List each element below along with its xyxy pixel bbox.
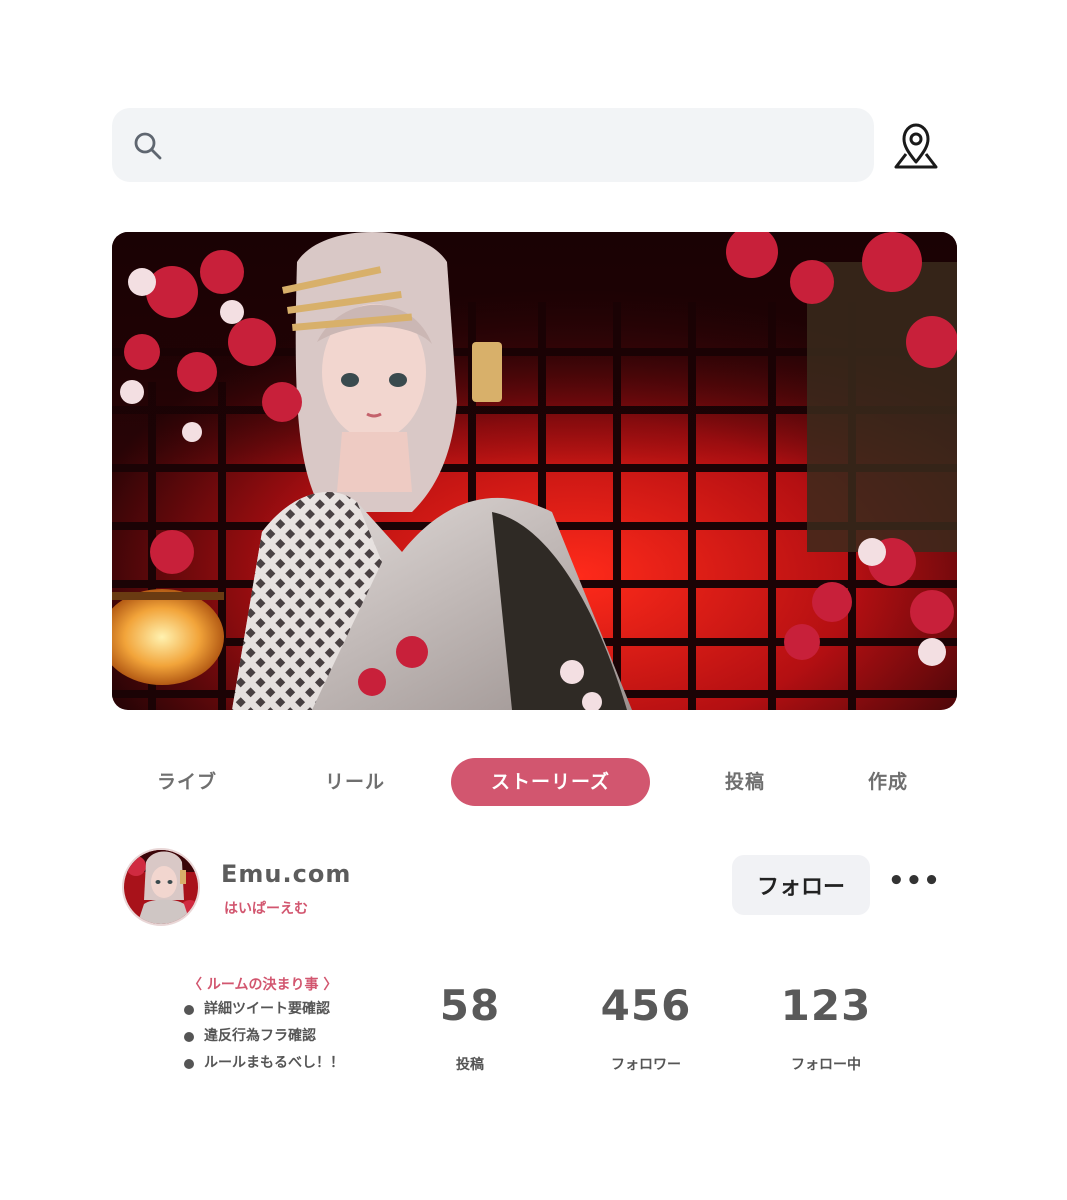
rule-item: 違反行為フラ確認 bbox=[184, 1023, 404, 1050]
search-bar[interactable] bbox=[112, 108, 874, 182]
profile-name: Emu.com bbox=[221, 860, 352, 888]
rule-text: ルールまもるべし！！ bbox=[204, 1055, 344, 1071]
rule-text: 違反行為フラ確認 bbox=[204, 1028, 316, 1044]
stat-value: 456 bbox=[600, 981, 692, 1030]
avatar[interactable] bbox=[122, 848, 200, 926]
stat-label: フォロワー bbox=[611, 1057, 681, 1073]
rule-text: 詳細ツイート要確認 bbox=[204, 1001, 330, 1017]
search-icon[interactable] bbox=[132, 130, 164, 162]
stat-value: 58 bbox=[439, 981, 501, 1030]
map-pin-button[interactable] bbox=[888, 120, 944, 172]
rule-item: ルールまもるべし！！ bbox=[184, 1050, 404, 1077]
bullet-icon bbox=[184, 1031, 194, 1042]
bullet-icon bbox=[184, 1004, 194, 1015]
tab-bar: ライブ リール ストーリーズ 投稿 作成 bbox=[112, 758, 957, 808]
rules-title: 〈 ルームの決まり事 〉 bbox=[188, 977, 338, 993]
bullet-icon bbox=[184, 1058, 194, 1069]
tab-live[interactable]: ライブ bbox=[142, 758, 232, 806]
stat-posts[interactable]: 58 投稿 bbox=[418, 980, 522, 1074]
stat-value: 123 bbox=[780, 981, 872, 1030]
tab-reels[interactable]: リール bbox=[310, 758, 400, 806]
room-rules: 〈 ルームの決まり事 〉 詳細ツイート要確認 違反行為フラ確認 ルールまもるべし… bbox=[184, 974, 404, 1077]
more-options-icon[interactable]: ••• bbox=[888, 866, 940, 902]
stat-following[interactable]: 123 フォロー中 bbox=[764, 980, 888, 1074]
stat-followers[interactable]: 456 フォロワー bbox=[586, 980, 706, 1074]
tab-stories[interactable]: ストーリーズ bbox=[451, 758, 650, 806]
stat-label: フォロー中 bbox=[791, 1057, 861, 1073]
search-input[interactable] bbox=[176, 122, 856, 168]
tab-posts[interactable]: 投稿 bbox=[700, 758, 790, 806]
map-pin-icon bbox=[894, 123, 938, 169]
rule-item: 詳細ツイート要確認 bbox=[184, 996, 404, 1023]
stat-label: 投稿 bbox=[456, 1057, 484, 1073]
follow-button[interactable]: フォロー bbox=[732, 855, 870, 915]
tab-create[interactable]: 作成 bbox=[843, 758, 933, 806]
banner-image bbox=[112, 232, 957, 710]
profile-handle: はいぱーえむ bbox=[224, 901, 308, 917]
